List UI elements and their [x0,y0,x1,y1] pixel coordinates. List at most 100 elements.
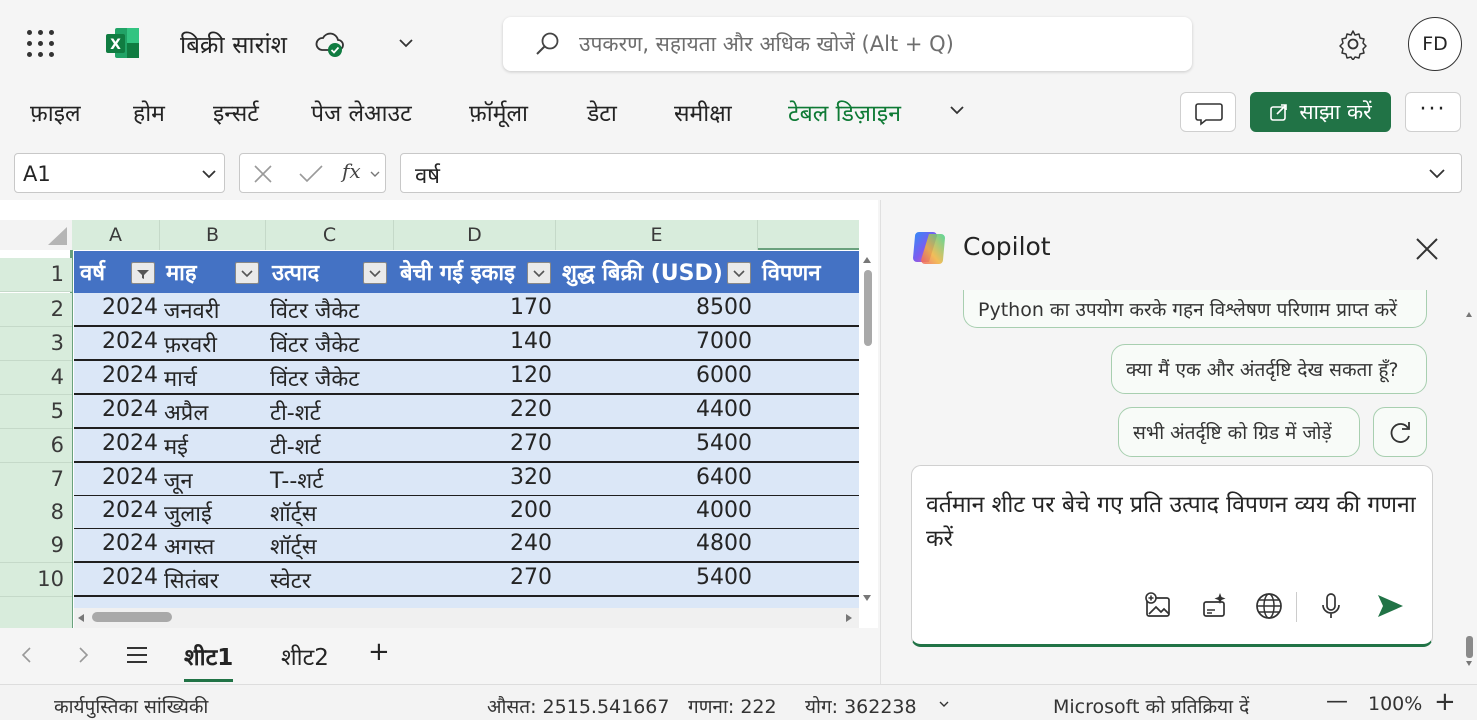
tab-data[interactable]: डेटा [587,96,617,128]
cell-product[interactable]: विंटर जैकेट [270,329,359,359]
cell-product[interactable]: शॉर्ट्स [270,498,317,528]
cell-product[interactable]: स्वेटर [270,565,311,595]
cell-month[interactable]: मार्च [164,363,197,393]
cell-net-sales[interactable]: 4400 [556,397,752,422]
tab-review[interactable]: समीक्षा [674,96,732,128]
ribbon-more-chevron-icon[interactable] [946,99,968,121]
filter-dropdown-icon[interactable] [727,262,751,284]
cell-units[interactable]: 220 [394,397,552,422]
scroll-up-icon[interactable] [862,255,872,265]
horizontal-scroll-thumb[interactable] [92,612,172,622]
row-header[interactable]: 6 [0,429,72,463]
table-row[interactable]: 2024 सितंबर स्वेटर 270 5400 [74,563,859,597]
row-header[interactable]: 1 [0,258,72,292]
cell-year[interactable]: 2024 [74,531,158,556]
cell-net-sales[interactable]: 8500 [556,295,752,320]
scroll-down-icon[interactable] [862,593,872,603]
table-row[interactable]: 2024 जून T--शर्ट 320 6400 [74,463,859,497]
column-header-b[interactable]: B [160,220,266,250]
header-cell-net-sales[interactable]: शुद्ध बिक्री (USD) [556,251,756,293]
scroll-right-icon[interactable] [844,613,854,623]
row-header[interactable]: 9 [0,529,72,563]
refresh-suggestions-button[interactable] [1373,407,1427,457]
header-cell-marketing[interactable]: विपणन [756,251,859,293]
expand-formula-chevron-icon[interactable] [1427,165,1447,183]
table-row[interactable]: 2024 मई टी-शर्ट 270 5400 [74,429,859,463]
zoom-in-button[interactable]: + [1434,687,1456,717]
vertical-scroll-thumb[interactable] [864,270,872,346]
cell-year[interactable]: 2024 [74,498,158,523]
microphone-icon[interactable] [1315,590,1347,622]
tab-home[interactable]: होम [133,96,165,128]
copilot-prompt-box[interactable]: वर्तमान शीट पर बेचे गए प्रति उत्पाद विपण… [911,465,1433,647]
tab-page-layout[interactable]: पेज लेआउट [311,96,412,128]
web-globe-icon[interactable] [1253,590,1285,622]
more-options-button[interactable]: ··· [1405,92,1461,132]
sheet-tab-2[interactable]: शीट2 [281,640,329,672]
name-box[interactable]: A1 [14,153,225,193]
workbook-statistics[interactable]: कार्यपुस्तिका सांख्यिकी [54,693,208,719]
table-row[interactable]: 2024 फ़रवरी विंटर जैकेट 140 7000 [74,327,859,361]
copilot-scrollbar[interactable] [1465,310,1473,670]
comments-button[interactable] [1180,92,1236,132]
cell-product[interactable]: विंटर जैकेट [270,295,359,325]
row-header[interactable]: 7 [0,463,72,497]
cell-month[interactable]: अप्रैल [164,397,208,427]
cell-year[interactable]: 2024 [74,465,158,490]
zoom-level[interactable]: 100% [1368,693,1422,715]
user-avatar[interactable]: FD [1408,17,1462,71]
row-header[interactable]: 3 [0,327,72,361]
cancel-x-icon[interactable] [252,163,274,185]
tab-formulas[interactable]: फ़ॉर्मूला [469,96,528,128]
copilot-scroll-thumb[interactable] [1466,636,1473,658]
search-box[interactable] [503,17,1192,71]
cell-net-sales[interactable]: 4800 [556,531,752,556]
cell-units[interactable]: 200 [394,498,552,523]
column-header-d[interactable]: D [394,220,556,250]
cell-month[interactable]: जनवरी [164,295,219,325]
cell-month[interactable]: जुलाई [164,498,212,528]
scroll-left-icon[interactable] [76,613,86,623]
cell-units[interactable]: 140 [394,329,552,354]
excel-logo-icon[interactable]: X [105,26,141,60]
sheet-tab-1[interactable]: शीट1 [184,640,234,682]
cell-year[interactable]: 2024 [74,295,158,320]
scroll-up-icon[interactable] [1465,310,1473,318]
spreadsheet-grid[interactable]: A B C D E 1 2 3 4 5 6 7 8 9 10 वर्ष माह … [0,200,878,628]
cloud-saved-icon[interactable] [314,30,346,58]
filter-dropdown-icon[interactable] [363,262,387,284]
zoom-out-button[interactable]: — [1326,689,1348,714]
suggestion-another-insight[interactable]: क्या मैं एक और अंतर्दृष्टि देख सकता हूँ? [1111,344,1427,394]
cell-units[interactable]: 270 [394,565,552,590]
table-row[interactable]: 2024 जनवरी विंटर जैकेट 170 8500 [74,293,859,327]
row-header[interactable]: 10 [0,563,72,597]
cell-units[interactable]: 270 [394,431,552,456]
cell-net-sales[interactable]: 4000 [556,498,752,523]
tab-insert[interactable]: इन्सर्ट [213,96,259,128]
cell-year[interactable]: 2024 [74,363,158,388]
cell-net-sales[interactable]: 6000 [556,363,752,388]
cell-units[interactable]: 240 [394,531,552,556]
cell-product[interactable]: T--शर्ट [270,465,323,495]
cell-year[interactable]: 2024 [74,397,158,422]
next-sheet-chevron-icon[interactable] [74,645,92,665]
table-row[interactable]: 2024 मार्च विंटर जैकेट 120 6000 [74,361,859,395]
feedback-link[interactable]: Microsoft को प्रतिक्रिया दें [1053,693,1249,719]
scroll-down-icon[interactable] [1465,660,1473,668]
cell-month[interactable]: फ़रवरी [164,329,217,359]
table-row[interactable]: 2024 जुलाई शॉर्ट्स 200 4000 [74,496,859,530]
cell-year[interactable]: 2024 [74,431,158,456]
share-button[interactable]: साझा करें [1250,92,1391,132]
fx-chevron-icon[interactable] [370,169,380,179]
cell-units[interactable]: 170 [394,295,552,320]
cell-product[interactable]: विंटर जैकेट [270,363,359,393]
insert-function-icon[interactable]: fx [342,159,361,183]
status-sum[interactable]: योग: 362238 [805,693,917,719]
name-box-chevron-icon[interactable] [200,165,218,183]
cell-month[interactable]: जून [164,465,193,495]
cell-net-sales[interactable]: 5400 [556,565,752,590]
select-all-corner[interactable] [0,220,72,250]
tab-table-design[interactable]: टेबल डिज़ाइन [788,96,901,128]
cell-units[interactable]: 320 [394,465,552,490]
confirm-check-icon[interactable] [298,163,324,185]
